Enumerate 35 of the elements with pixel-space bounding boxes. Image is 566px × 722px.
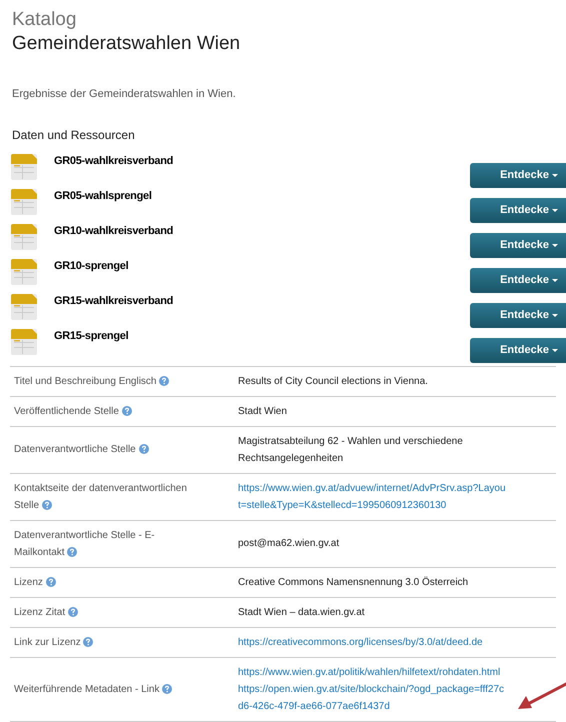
link[interactable]: https://www.wien.gv.at/advuew/internet/AdvPrSrv.asp?Layout=stelle&Type=K&stellecd=1995060912360130 bbox=[238, 480, 506, 514]
description: Ergebnisse der Gemeinderatswahlen in Wien. bbox=[12, 87, 237, 102]
field-label: Veröffentlichende Stelle bbox=[14, 402, 162, 420]
field-value: Magistratsabteilung 62 - Wahlen und verschiedene Rechtsangelegenheiten bbox=[238, 434, 464, 466]
resource-name[interactable]: GR10-sprengel bbox=[54, 258, 128, 274]
resource-name[interactable]: GR15-wahlkreisverband bbox=[54, 292, 174, 309]
page-title: Gemeinderatswahlen Wien bbox=[12, 32, 242, 56]
field-label: Lizenz Zitat bbox=[14, 604, 108, 620]
field-value: Creative Commons Namensnennung 3.0 Österreich bbox=[238, 576, 470, 590]
explore-dropdown-button[interactable]: Entdecke bbox=[470, 302, 566, 328]
link[interactable]: https://open.wien.gv.at/site/blockchain/?ogd_package=fff27cd6-426c-479f-ae66-077ae6f1437d bbox=[238, 680, 506, 714]
field-label: Datenverantwortliche Stelle bbox=[14, 441, 179, 458]
field-label: Weiterführende Metadaten - Link bbox=[14, 680, 202, 698]
resource-name[interactable]: GR05-wahlsprengel bbox=[54, 188, 152, 204]
field-label: Link zur Lizenz bbox=[14, 634, 124, 650]
explore-dropdown-button[interactable]: Entdecke bbox=[470, 198, 566, 222]
field-label: Lizenz bbox=[14, 574, 86, 590]
resource-name[interactable]: GR15-sprengel bbox=[54, 328, 128, 344]
explore-dropdown-button[interactable]: Entdecke bbox=[470, 232, 566, 258]
field-value: Stadt Wien bbox=[238, 404, 288, 418]
field-label: Datenverantwortliche Stelle - E-Mailkontakt bbox=[14, 528, 156, 560]
field-label: Kontaktseite der datenverantwortlichen Stelle bbox=[14, 482, 188, 512]
explore-dropdown-button[interactable]: Entdecke bbox=[470, 338, 566, 362]
field-value: post@ma62.wien.gv.at bbox=[238, 537, 340, 551]
field-value: Stadt Wien – data.wien.gv.at bbox=[238, 606, 366, 620]
section-heading: Daten und Ressourcen bbox=[12, 126, 136, 144]
field-value: Results of City Council elections in Vienna. bbox=[238, 374, 429, 388]
explore-dropdown-button[interactable]: Entdecke bbox=[470, 162, 566, 188]
resource-name[interactable]: GR05-wahlkreisverband bbox=[54, 152, 174, 169]
explore-dropdown-button[interactable]: Entdecke bbox=[470, 268, 566, 292]
breadcrumb: Katalog bbox=[12, 8, 78, 32]
link[interactable]: https://www.wien.gv.at/politik/wahlen/hilfetext/rohdaten.html bbox=[238, 664, 506, 680]
link[interactable]: https://creativecommons.org/licenses/by/3.0/at/deed.de bbox=[238, 634, 506, 650]
field-label: Titel und Beschreibung Englisch bbox=[14, 372, 200, 390]
resource-name[interactable]: GR10-wahlkreisverband bbox=[54, 222, 174, 239]
